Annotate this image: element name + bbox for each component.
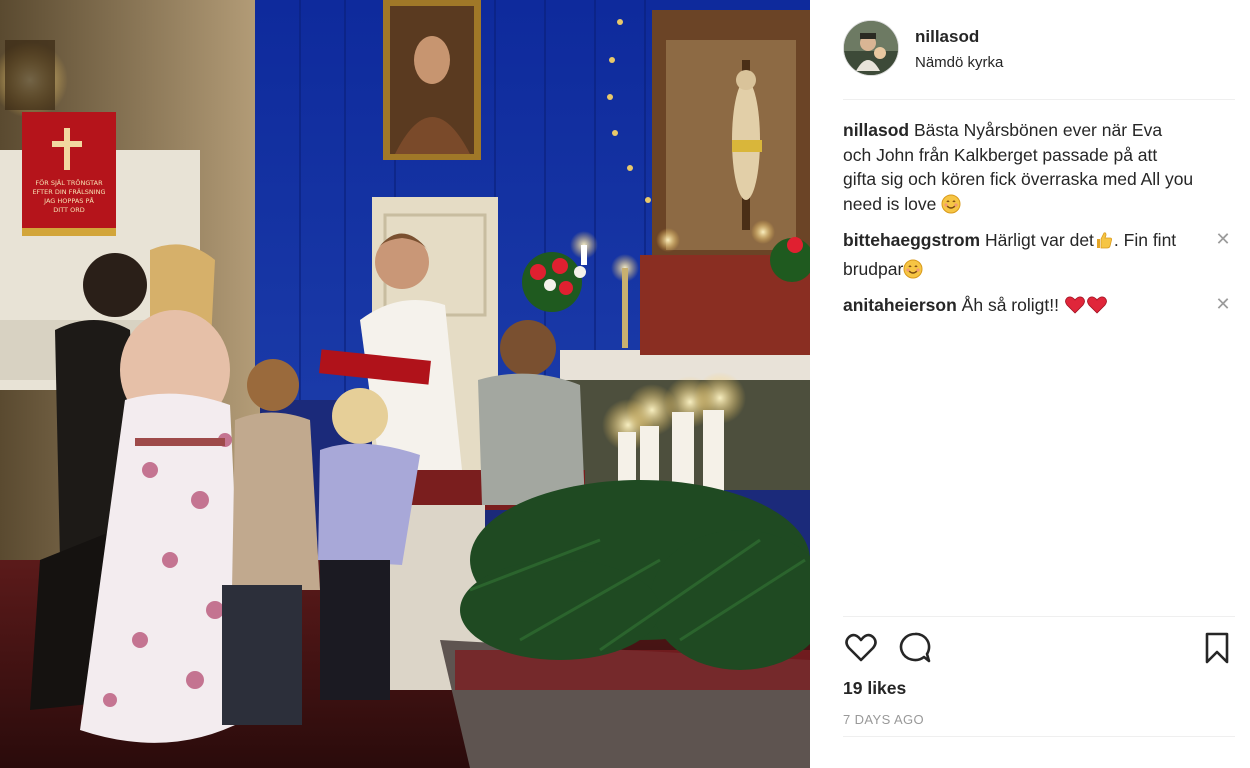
bookmark-icon bbox=[1205, 632, 1229, 664]
comment-username[interactable]: nillasod bbox=[843, 120, 909, 140]
post-location[interactable]: Nämdö kyrka bbox=[915, 54, 1003, 71]
comment-username[interactable]: bittehaeggstrom bbox=[843, 230, 980, 250]
smiling-face-icon bbox=[903, 259, 923, 286]
avatar[interactable] bbox=[843, 20, 899, 76]
post-actions bbox=[843, 616, 1235, 676]
comment-text: Åh så roligt!! bbox=[961, 295, 1059, 315]
red-heart-icon bbox=[1064, 295, 1086, 322]
wedding-in-church-image: FÖR SJÄL TRÖNGTAR EFTER DIN FRÄLSNING JA… bbox=[0, 0, 810, 768]
caption: nillasod Bästa Nyårsbönen ever när Eva o… bbox=[843, 118, 1235, 220]
post-header: nillasod Nämdö kyrka bbox=[843, 20, 1235, 100]
divider bbox=[843, 736, 1235, 737]
comment-item: anitaheierson Åh så roligt!! ✕ bbox=[843, 293, 1235, 322]
post-photo[interactable]: FÖR SJÄL TRÖNGTAR EFTER DIN FRÄLSNING JA… bbox=[0, 0, 810, 768]
post-sidebar: nillasod Nämdö kyrka nillasod Bästa Nyår… bbox=[810, 0, 1250, 768]
comment-text-part-a: Härligt var det bbox=[984, 230, 1094, 250]
banner-line-3: JAG HOPPAS PÅ bbox=[43, 196, 94, 205]
thumbs-up-icon bbox=[1094, 230, 1114, 257]
post-timestamp[interactable]: 7 DAYS AGO bbox=[843, 712, 924, 727]
comment-button[interactable] bbox=[897, 630, 933, 666]
banner-line-1: FÖR SJÄL TRÖNGTAR bbox=[35, 178, 103, 187]
banner-line-4: DITT ORD bbox=[53, 206, 84, 214]
comment-item: bittehaeggstrom Härligt var det. Fin fin… bbox=[843, 228, 1235, 285]
banner-line-2: EFTER DIN FRÄLSNING bbox=[32, 187, 105, 196]
close-icon[interactable]: ✕ bbox=[1215, 230, 1231, 248]
speech-bubble-icon bbox=[899, 632, 931, 663]
comment-username[interactable]: anitaheierson bbox=[843, 295, 957, 315]
close-icon[interactable]: ✕ bbox=[1215, 295, 1231, 313]
save-button[interactable] bbox=[1199, 630, 1235, 666]
red-heart-icon bbox=[1086, 295, 1108, 322]
like-button[interactable] bbox=[843, 630, 879, 666]
smiling-face-icon bbox=[941, 194, 961, 221]
heart-icon bbox=[845, 633, 877, 662]
post-username[interactable]: nillasod bbox=[915, 27, 979, 47]
comment-list: nillasod Bästa Nyårsbönen ever när Eva o… bbox=[843, 118, 1235, 330]
like-count[interactable]: 19 likes bbox=[843, 678, 906, 699]
